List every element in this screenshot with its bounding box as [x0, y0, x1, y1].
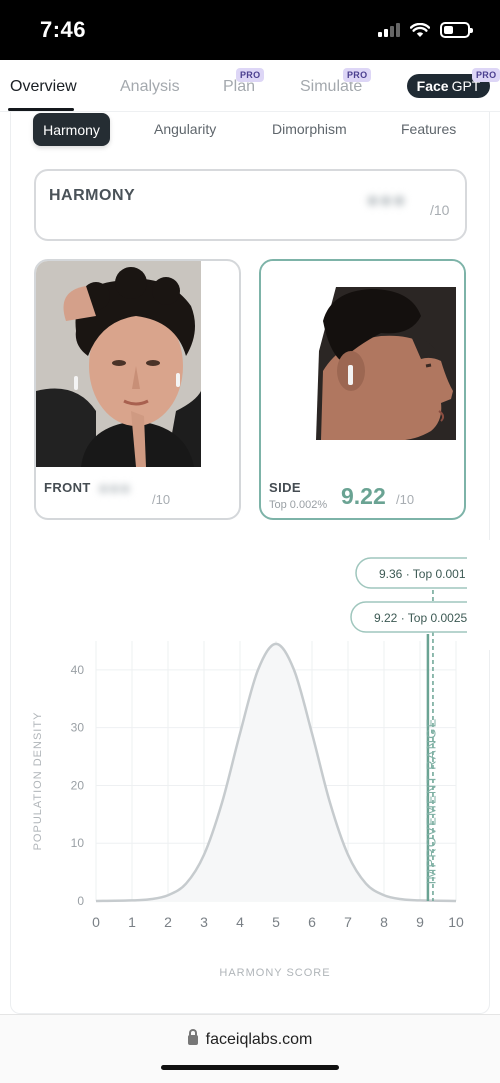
x-tick-label: 4	[236, 914, 244, 930]
x-tick-labels: 0 1 2 3 4 5 6 7 8 9 10	[92, 914, 464, 930]
y-tick-label: 0	[77, 894, 84, 908]
side-label: SIDE	[269, 480, 301, 495]
front-face-photo	[36, 261, 239, 467]
x-tick-label: 6	[308, 914, 316, 930]
score-marker-label: 9.22 · Top 0.0025	[374, 611, 468, 625]
tab-overview[interactable]: Overview	[10, 78, 77, 96]
pro-badge-plan: PRO	[236, 68, 265, 82]
side-face-photo	[261, 261, 464, 467]
harmony-distribution-chart: 0 10 20 30 40 0 1 2 3 4 5 6 7 8 9 10 9.36 · Top 0.001 9…	[32, 540, 500, 979]
y-tick-labels: 0 10 20 30 40	[71, 663, 85, 908]
front-score-blurred: ●●●	[98, 478, 131, 498]
url-text: faceiqlabs.com	[205, 1031, 313, 1048]
signal-icon	[378, 23, 400, 37]
harmony-score-blurred: ●●●	[366, 187, 406, 212]
y-tick-label: 20	[71, 778, 85, 792]
active-tab-indicator	[8, 108, 74, 111]
x-tick-label: 2	[164, 914, 172, 930]
improvement-range-label: IMPROVEMENT RANGE	[423, 718, 438, 885]
pill-clip	[467, 540, 500, 650]
battery-icon	[440, 22, 473, 38]
y-tick-label: 10	[71, 836, 85, 850]
harmony-score-box: HARMONY ●●● /10	[34, 169, 467, 241]
pro-badge-simulate: PRO	[343, 68, 372, 82]
harmony-title: HARMONY	[49, 187, 136, 204]
tab-analysis[interactable]: Analysis	[120, 78, 180, 96]
browser-url-bar[interactable]: faceiqlabs.com	[0, 1014, 500, 1083]
subtab-dimorphism[interactable]: Dimorphism	[272, 121, 347, 137]
side-photo-card[interactable]: SIDE Top 0.002% 9.22 /10	[259, 259, 466, 520]
score-marker-label: 9.36 · Top 0.001	[379, 567, 466, 581]
url-display[interactable]: faceiqlabs.com	[0, 1029, 500, 1049]
y-axis-label: POPULATION DENSITY	[32, 712, 44, 851]
wifi-icon	[410, 22, 430, 37]
front-out-of: /10	[152, 492, 171, 507]
x-tick-label: 3	[200, 914, 208, 930]
home-indicator	[161, 1065, 339, 1070]
side-out-of: /10	[396, 492, 415, 507]
y-tick-label: 40	[71, 663, 85, 677]
status-time: 7:46	[40, 17, 87, 42]
front-label: FRONT	[44, 480, 91, 495]
x-tick-label: 0	[92, 914, 100, 930]
x-tick-label: 5	[272, 914, 280, 930]
app-root: 7:46 Overview Analysis Plan Simulate PRO…	[0, 0, 500, 1083]
status-icons	[378, 22, 473, 38]
side-score: 9.22	[341, 483, 386, 509]
lock-icon	[187, 1029, 198, 1045]
x-axis-label: HARMONY SCORE	[219, 967, 330, 979]
subtab-harmony[interactable]: Harmony	[33, 113, 110, 146]
facegpt-label-bold: Face	[416, 78, 449, 94]
harmony-out-of: /10	[430, 202, 450, 218]
y-tick-label: 30	[71, 721, 85, 735]
x-tick-label: 1	[128, 914, 136, 930]
subtab-angularity[interactable]: Angularity	[154, 121, 216, 137]
x-tick-label: 7	[344, 914, 352, 930]
front-photo-card[interactable]: FRONT ●●● /10	[34, 259, 241, 520]
pro-badge-facegpt: PRO	[472, 68, 500, 82]
distribution-area	[96, 643, 456, 901]
x-tick-label: 10	[448, 914, 464, 930]
subtab-features[interactable]: Features	[401, 121, 456, 137]
status-bar: 7:46	[0, 0, 500, 60]
side-rank: Top 0.002%	[269, 499, 328, 511]
sub-tabs: Harmony Angularity Dimorphism Features	[0, 113, 500, 147]
x-tick-label: 9	[416, 914, 424, 930]
x-tick-label: 8	[380, 914, 388, 930]
